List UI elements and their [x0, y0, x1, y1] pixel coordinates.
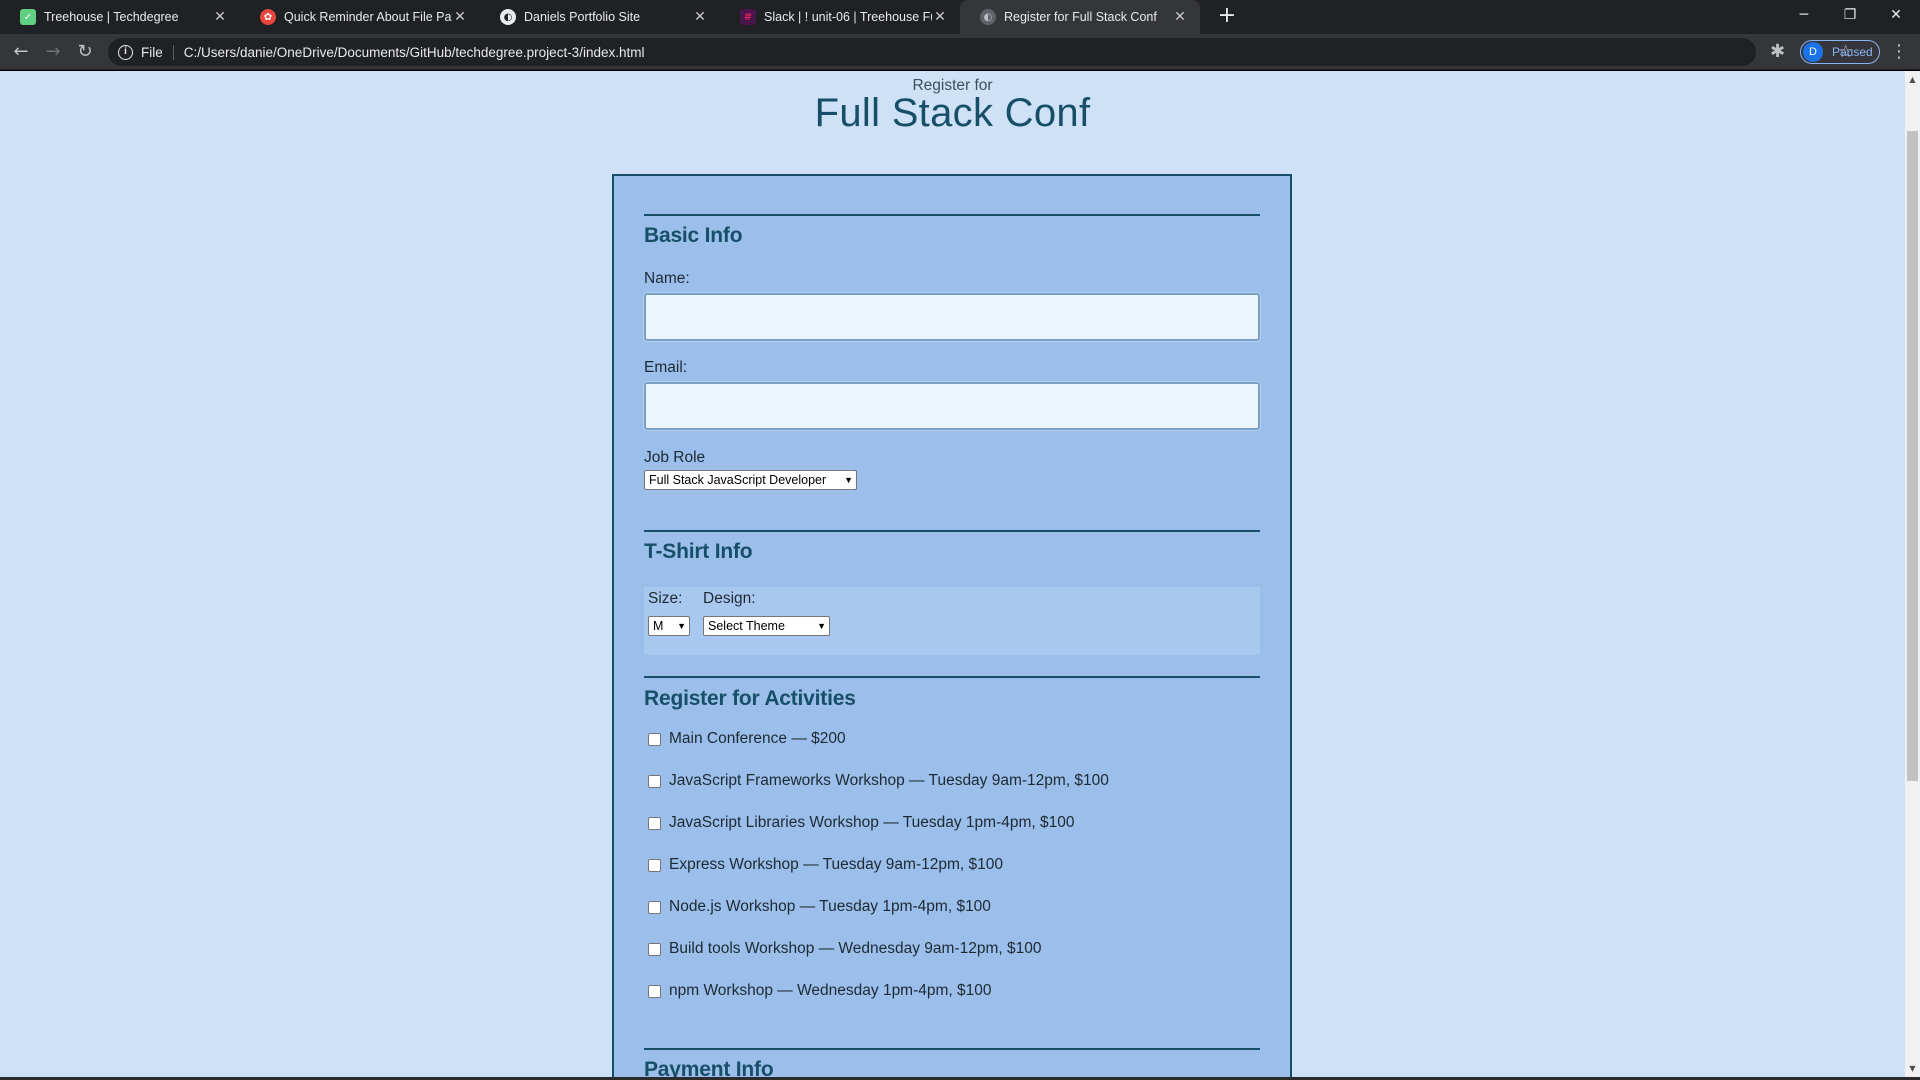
back-icon[interactable]: ← — [8, 39, 34, 65]
section-divider — [644, 214, 1260, 216]
activity-checkbox[interactable] — [648, 984, 661, 998]
profile-button[interactable]: D Paused — [1800, 40, 1880, 64]
slack-favicon-icon: # — [740, 9, 756, 25]
url-text[interactable]: C:/Users/danie/OneDrive/Documents/GitHub… — [184, 45, 645, 60]
tab-close-icon[interactable]: ✕ — [1172, 9, 1188, 25]
activity-label: JavaScript Libraries Workshop — Tuesday … — [669, 814, 1075, 831]
tab-title: Daniels Portfolio Site — [524, 10, 641, 24]
section-divider — [644, 1048, 1260, 1050]
activity-label: Build tools Workshop — Wednesday 9am-12p… — [669, 940, 1042, 957]
activity-checkbox[interactable] — [648, 774, 661, 788]
email-label: Email: — [644, 359, 688, 376]
activity-label: npm Workshop — Wednesday 1pm-4pm, $100 — [669, 982, 992, 999]
design-selected: Select Theme — [708, 619, 785, 633]
extensions-icon[interactable]: ✱ — [1770, 39, 1785, 65]
tab-title: Treehouse | Techdegree — [44, 10, 179, 24]
activity-item[interactable]: Express Workshop — Tuesday 9am-12pm, $10… — [648, 856, 1003, 874]
job-role-label: Job Role — [644, 449, 706, 466]
activity-label: Node.js Workshop — Tuesday 1pm-4pm, $100 — [669, 898, 991, 915]
section-divider — [644, 676, 1260, 678]
tab-strip: ✓ Treehouse | Techdegree ✕ ✿ Quick Remin… — [0, 0, 1920, 34]
tab-file-paths[interactable]: ✿ Quick Reminder About File Paths ✕ — [240, 0, 480, 34]
activity-checkbox[interactable] — [648, 900, 661, 914]
activity-item[interactable]: npm Workshop — Wednesday 1pm-4pm, $100 — [648, 982, 992, 1000]
name-field[interactable] — [643, 292, 1261, 342]
name-label: Name: — [644, 270, 690, 287]
registration-form: Basic Info Name: Email: Job Role Full St… — [612, 174, 1292, 1077]
scrollbar-thumb[interactable] — [1907, 131, 1918, 781]
size-selected: M — [653, 619, 664, 633]
tab-portfolio[interactable]: ◐ Daniels Portfolio Site ✕ — [480, 0, 720, 34]
email-field[interactable] — [643, 381, 1261, 431]
activity-checkbox[interactable] — [648, 732, 661, 746]
activity-label: JavaScript Frameworks Workshop — Tuesday… — [669, 772, 1109, 789]
profile-status: Paused — [1832, 45, 1873, 59]
tab-title: Slack | ! unit-06 | Treehouse Full S — [764, 10, 932, 24]
tab-close-icon[interactable]: ✕ — [692, 9, 708, 25]
new-tab-button[interactable]: + — [1214, 4, 1240, 30]
tshirt-heading: T-Shirt Info — [644, 540, 753, 563]
chevron-down-icon: ▼ — [817, 621, 826, 631]
basic-info-heading: Basic Info — [644, 224, 743, 247]
forward-icon[interactable]: → — [40, 39, 66, 65]
scroll-down-icon[interactable]: ▼ — [1908, 1064, 1917, 1073]
tab-register[interactable]: ◐ Register for Full Stack Conf ✕ — [960, 0, 1200, 34]
close-window-icon[interactable]: ✕ — [1873, 0, 1919, 30]
browser-toolbar: ← → ↻ i File C:/Users/danie/OneDrive/Doc… — [0, 34, 1920, 70]
activity-item[interactable]: JavaScript Libraries Workshop — Tuesday … — [648, 814, 1074, 832]
info-icon[interactable]: i — [118, 44, 133, 60]
page-title: Full Stack Conf — [814, 91, 1091, 135]
activity-label: Express Workshop — Tuesday 9am-12pm, $10… — [669, 856, 1003, 873]
page-viewport: Register for Full Stack Conf Basic Info … — [0, 71, 1905, 1077]
chevron-down-icon: ▼ — [844, 475, 853, 485]
chevron-down-icon: ▼ — [677, 621, 686, 631]
scroll-up-icon[interactable]: ▲ — [1908, 75, 1917, 84]
design-select[interactable]: Select Theme ▼ — [703, 616, 830, 636]
restore-icon[interactable]: ❐ — [1827, 0, 1873, 30]
tab-title: Register for Full Stack Conf — [1004, 10, 1157, 24]
design-label: Design: — [703, 590, 756, 607]
activity-label: Main Conference — $200 — [669, 730, 846, 747]
globe-icon: ◐ — [980, 9, 996, 25]
tab-close-icon[interactable]: ✕ — [452, 9, 468, 25]
tab-treehouse[interactable]: ✓ Treehouse | Techdegree ✕ — [0, 0, 240, 34]
tab-slack[interactable]: # Slack | ! unit-06 | Treehouse Full S ✕ — [720, 0, 960, 34]
size-label: Size: — [648, 590, 683, 607]
job-role-select[interactable]: Full Stack JavaScript Developer ▼ — [644, 470, 857, 490]
activity-checkbox[interactable] — [648, 942, 661, 956]
avatar: D — [1803, 42, 1823, 62]
activity-item[interactable]: Main Conference — $200 — [648, 730, 846, 748]
address-bar[interactable]: i File C:/Users/danie/OneDrive/Documents… — [108, 38, 1853, 66]
size-select[interactable]: M ▼ — [648, 616, 690, 636]
section-divider — [644, 530, 1260, 532]
scheme-label: File — [141, 44, 174, 60]
activity-checkbox[interactable] — [648, 858, 661, 872]
globe-icon: ◐ — [500, 9, 516, 25]
tab-close-icon[interactable]: ✕ — [212, 9, 228, 25]
menu-kebab-icon[interactable]: ⋮ — [1890, 39, 1908, 65]
activity-checkbox[interactable] — [648, 816, 661, 830]
tab-title: Quick Reminder About File Paths — [284, 10, 452, 24]
activity-item[interactable]: Build tools Workshop — Wednesday 9am-12p… — [648, 940, 1041, 958]
tab-close-icon[interactable]: ✕ — [932, 9, 948, 25]
file-paths-favicon-icon: ✿ — [260, 9, 276, 25]
job-role-selected: Full Stack JavaScript Developer — [649, 473, 827, 487]
activities-heading: Register for Activities — [644, 687, 856, 710]
reload-icon[interactable]: ↻ — [72, 39, 98, 65]
activity-item[interactable]: Node.js Workshop — Tuesday 1pm-4pm, $100 — [648, 898, 991, 916]
payment-heading: Payment Info — [644, 1058, 774, 1077]
page-scrollbar[interactable]: ▲ ▼ — [1905, 71, 1920, 1077]
minimize-icon[interactable]: ─ — [1781, 0, 1827, 30]
tshirt-options-box: Size: Design: M ▼ Select Theme ▼ — [644, 587, 1260, 655]
treehouse-favicon-icon: ✓ — [20, 9, 36, 25]
activity-item[interactable]: JavaScript Frameworks Workshop — Tuesday… — [648, 772, 1109, 790]
